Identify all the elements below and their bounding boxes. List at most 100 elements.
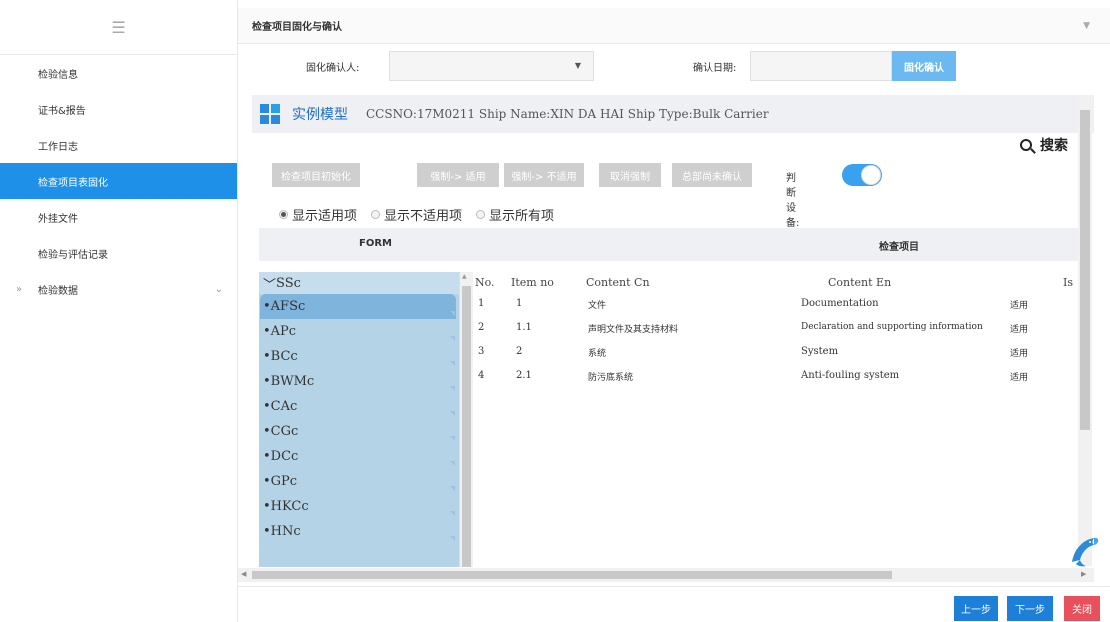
main-content: 检查项目固化与确认 ▼ 固化确认人: ▼ 确认日期: 固化确认 实例模型 CCS… bbox=[238, 0, 1110, 622]
table-row[interactable]: 2 1.1 声明文件及其支持材料 Declaration and support… bbox=[473, 318, 1073, 342]
cancel-force-button[interactable]: 取消强制 bbox=[599, 163, 661, 187]
table-row[interactable]: 1 1 文件 Documentation 适用 bbox=[473, 294, 1073, 318]
sidebar-item-inspection-data[interactable]: » 检验数据 ⌄ bbox=[0, 271, 237, 307]
table-row[interactable]: 3 2 系统 System 适用 bbox=[473, 342, 1073, 366]
page-title: 检查项目固化与确认 bbox=[252, 22, 342, 33]
table-row[interactable]: 4 2.1 防污底系统 Anti-fouling system 适用 bbox=[473, 366, 1073, 390]
cell-no: 3 bbox=[478, 346, 485, 357]
force-applicable-button[interactable]: 强制-> 适用 bbox=[417, 163, 499, 187]
search-label: 搜索 bbox=[1040, 138, 1068, 154]
prev-step-button[interactable]: 上一步 bbox=[954, 596, 998, 621]
scroll-left-icon[interactable]: ◀ bbox=[241, 570, 246, 578]
tree-node-label: HNc bbox=[270, 524, 301, 539]
cell-no: 2 bbox=[478, 322, 485, 333]
radio-show-not-applicable[interactable]: 显示不适用项 bbox=[371, 205, 462, 224]
radio-label: 显示所有项 bbox=[489, 209, 555, 224]
tree-node[interactable]: • CGc bbox=[260, 419, 456, 444]
instance-model-panel: 实例模型 CCSNO:17M0211 Ship Name:XIN DA HAI … bbox=[252, 95, 1094, 573]
tree-scroll-thumb[interactable] bbox=[462, 286, 471, 567]
next-step-button[interactable]: 下一步 bbox=[1007, 596, 1053, 621]
horizontal-scrollbar[interactable]: ◀ ▶ bbox=[238, 568, 1094, 582]
tree-root[interactable]: ﹀ SSc bbox=[259, 272, 459, 294]
cell-no: 1 bbox=[478, 298, 485, 309]
cell-item-no: 2.1 bbox=[516, 370, 532, 381]
tree-node[interactable]: • BWMc bbox=[260, 369, 456, 394]
radio-dot-icon bbox=[279, 210, 288, 219]
form-tree: ﹀ SSc • AFSc • APc • BCc • BWMc • CAc • CGc • DC… bbox=[259, 272, 459, 567]
tree-node[interactable]: • AFSc bbox=[260, 294, 456, 319]
grid-model-icon bbox=[260, 104, 280, 124]
tree-node[interactable]: • BCc bbox=[260, 344, 456, 369]
radio-show-all[interactable]: 显示所有项 bbox=[476, 205, 554, 224]
chevron-down-icon[interactable]: ⌄ bbox=[215, 284, 223, 295]
panel-header: 实例模型 CCSNO:17M0211 Ship Name:XIN DA HAI … bbox=[252, 95, 1094, 133]
judge-equipment-label: 判断设备: bbox=[786, 173, 800, 229]
sidebar-item-label: 检验数据 bbox=[38, 285, 78, 297]
tree-node-label: HKCc bbox=[270, 499, 309, 514]
filter-radio-group: 显示适用项 显示不适用项 显示所有项 bbox=[279, 205, 554, 224]
radio-label: 显示不适用项 bbox=[384, 209, 463, 224]
tree-node[interactable]: • APc bbox=[260, 319, 456, 344]
tree-node-label: BWMc bbox=[270, 374, 315, 389]
radio-show-applicable[interactable]: 显示适用项 bbox=[279, 205, 357, 224]
init-checklist-button[interactable]: 检查项目初始化 bbox=[272, 163, 360, 187]
dropdown-arrow-icon: ▼ bbox=[574, 61, 581, 70]
caret-down-icon[interactable]: ▼ bbox=[1083, 21, 1090, 31]
vertical-scroll-thumb[interactable] bbox=[1080, 110, 1090, 430]
sidebar: ☰ 检验信息 证书&报告 工作日志 检查项目表固化 外挂文件 检验与评估记录 »… bbox=[0, 0, 238, 622]
cell-content-cn: 系统 bbox=[588, 349, 607, 359]
double-chevron-icon: » bbox=[16, 283, 23, 295]
cell-isvis: 适用 bbox=[1010, 349, 1029, 359]
confirm-person-select[interactable]: ▼ bbox=[389, 51, 594, 81]
cell-content-en: Anti-fouling system bbox=[801, 370, 900, 381]
scroll-right-icon[interactable]: ▶ bbox=[1081, 570, 1086, 578]
force-not-applicable-button[interactable]: 强制-> 不适用 bbox=[504, 163, 584, 187]
cell-item-no: 1 bbox=[516, 298, 523, 309]
toggle-knob bbox=[861, 165, 881, 185]
tree-node[interactable]: • GPc bbox=[260, 469, 456, 494]
cell-content-cn: 防污底系统 bbox=[588, 373, 634, 383]
sidebar-item-inspection-info[interactable]: 检验信息 bbox=[0, 55, 237, 91]
sidebar-item-evaluation-records[interactable]: 检验与评估记录 bbox=[0, 235, 237, 271]
col-content-en: Content En bbox=[828, 276, 892, 289]
tree-node-label: BCc bbox=[270, 349, 298, 364]
panel-title: 实例模型 bbox=[292, 107, 348, 123]
table-header-row: No. Item no Content Cn Content En Isvis bbox=[473, 272, 1073, 294]
confirm-date-input[interactable] bbox=[750, 51, 892, 81]
freeze-confirm-button[interactable]: 固化确认 bbox=[892, 51, 956, 81]
tree-node[interactable]: • HNc bbox=[260, 519, 456, 544]
collapse-menu-icon[interactable]: ☰ bbox=[0, 0, 237, 55]
cell-isvis: 适用 bbox=[1010, 325, 1029, 335]
tree-node-label: APc bbox=[270, 324, 297, 339]
confirm-date-label: 确认日期: bbox=[693, 63, 737, 74]
sidebar-item-certificates[interactable]: 证书&报告 bbox=[0, 91, 237, 127]
tree-node-label: CAc bbox=[270, 399, 298, 414]
confirm-person-label: 固化确认人: bbox=[306, 63, 360, 74]
sidebar-item-attachments[interactable]: 外挂文件 bbox=[0, 199, 237, 235]
dolphin-icon[interactable] bbox=[1068, 532, 1102, 568]
tree-node-label: DCc bbox=[270, 449, 299, 464]
judge-equipment-toggle[interactable] bbox=[842, 164, 882, 186]
sidebar-item-label: 检验与评估记录 bbox=[38, 249, 108, 261]
tree-scrollbar[interactable]: ▲ bbox=[459, 272, 473, 567]
sidebar-item-label: 证书&报告 bbox=[38, 105, 86, 117]
panel-vertical-scrollbar[interactable] bbox=[1078, 96, 1092, 566]
search-button[interactable]: 搜索 bbox=[1020, 135, 1068, 155]
sidebar-item-work-log[interactable]: 工作日志 bbox=[0, 127, 237, 163]
sidebar-item-label: 检验信息 bbox=[38, 69, 78, 81]
hq-unconfirmed-button[interactable]: 总部尚未确认 bbox=[672, 163, 752, 187]
tree-node-label: GPc bbox=[270, 474, 298, 489]
tree-node[interactable]: • CAc bbox=[260, 394, 456, 419]
sidebar-item-checklist-freeze[interactable]: 检查项目表固化 bbox=[0, 163, 237, 199]
tree-node[interactable]: • DCc bbox=[260, 444, 456, 469]
scroll-up-icon[interactable]: ▲ bbox=[462, 273, 467, 280]
tree-node[interactable]: • HKCc bbox=[260, 494, 456, 519]
close-button[interactable]: 关闭 bbox=[1064, 596, 1100, 621]
search-icon bbox=[1020, 139, 1032, 151]
cell-content-en: Documentation bbox=[801, 298, 879, 309]
collapse-arrow-icon: ﹀ bbox=[263, 277, 277, 293]
sidebar-item-label: 外挂文件 bbox=[38, 213, 78, 225]
checklist-table: No. Item no Content Cn Content En Isvis … bbox=[473, 272, 1073, 567]
tree-root-label: SSc bbox=[276, 275, 301, 291]
horizontal-scroll-thumb[interactable] bbox=[252, 571, 892, 579]
